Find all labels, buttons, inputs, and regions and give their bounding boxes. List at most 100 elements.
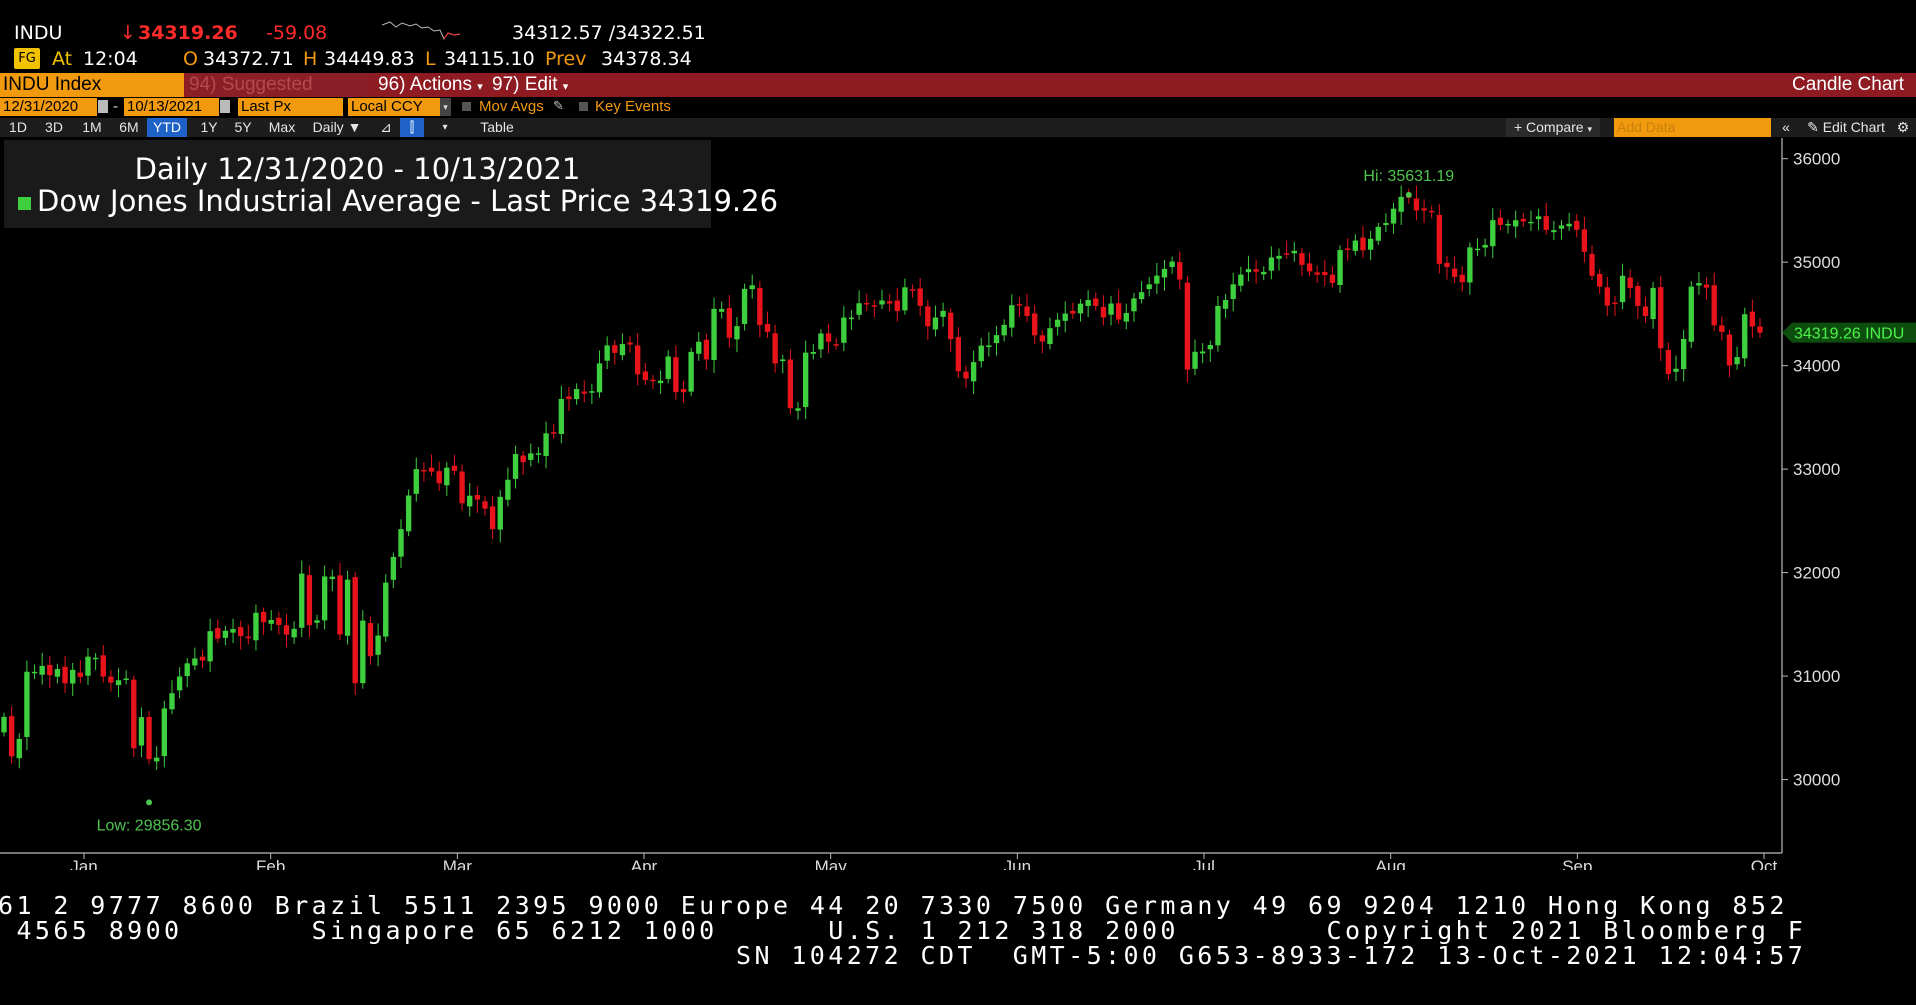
candle-body bbox=[512, 454, 519, 479]
candle-body bbox=[1131, 298, 1137, 312]
candle-body bbox=[1742, 314, 1748, 359]
candle-body bbox=[802, 352, 809, 408]
candle-body bbox=[31, 671, 38, 674]
candle-body bbox=[1146, 284, 1152, 290]
candle-body bbox=[489, 506, 496, 530]
candle-body bbox=[1421, 208, 1427, 211]
candle-body bbox=[100, 655, 106, 677]
candle-body bbox=[337, 575, 343, 635]
candle-body bbox=[909, 289, 916, 291]
candle-body bbox=[772, 333, 778, 364]
candle-body bbox=[474, 495, 481, 500]
candle-body bbox=[581, 391, 587, 394]
candle-body bbox=[260, 611, 267, 623]
candle-body bbox=[1024, 306, 1030, 316]
candle-body bbox=[70, 669, 76, 684]
candle-body bbox=[1390, 208, 1397, 224]
candle-body bbox=[1322, 272, 1328, 276]
candle-body bbox=[1734, 357, 1740, 365]
candle-body bbox=[1490, 220, 1496, 247]
candle-body bbox=[886, 301, 893, 304]
candle-body bbox=[1413, 198, 1420, 211]
candle-body bbox=[321, 576, 328, 621]
candle-body bbox=[619, 344, 626, 356]
legend-title: Daily 12/31/2020 - 10/13/2021 bbox=[134, 152, 581, 186]
candle-body bbox=[1375, 226, 1381, 241]
candle-body bbox=[932, 317, 939, 330]
candle-body bbox=[405, 495, 412, 532]
candle-body bbox=[497, 496, 503, 530]
candle-body bbox=[398, 529, 404, 557]
candle-body bbox=[1543, 216, 1549, 230]
candle-body bbox=[1398, 196, 1404, 212]
candle-body bbox=[1627, 277, 1633, 288]
candle-body bbox=[604, 345, 610, 361]
candle-body bbox=[818, 333, 824, 350]
candle-body bbox=[864, 302, 870, 305]
x-tick-label: Oct bbox=[1751, 857, 1778, 870]
y-tick-label: 34000 bbox=[1793, 357, 1840, 376]
candle-body bbox=[635, 345, 641, 375]
candle-body bbox=[528, 453, 534, 460]
candle-body bbox=[1436, 214, 1443, 264]
candle-body bbox=[1268, 257, 1275, 271]
candle-body bbox=[413, 469, 419, 494]
candle-body bbox=[24, 671, 30, 737]
candle-body bbox=[375, 635, 381, 655]
candle-body bbox=[154, 757, 160, 762]
candle-body bbox=[77, 672, 84, 677]
candle-body bbox=[1535, 216, 1542, 220]
candle-body bbox=[1207, 345, 1213, 350]
candle-body bbox=[543, 433, 549, 456]
candle-body bbox=[1192, 351, 1198, 369]
candle-body bbox=[268, 620, 274, 624]
candle-body bbox=[917, 288, 923, 306]
candle-body bbox=[1574, 220, 1580, 230]
candle-body bbox=[482, 501, 488, 509]
candle-body bbox=[1184, 282, 1191, 370]
x-tick-label: Sep bbox=[1562, 857, 1592, 870]
candle-body bbox=[383, 582, 389, 637]
candle-body bbox=[207, 631, 213, 662]
candle-body bbox=[993, 335, 1000, 344]
candle-body bbox=[1680, 338, 1687, 370]
candle-body bbox=[146, 716, 152, 760]
candle-body bbox=[1070, 310, 1076, 314]
y-tick-label: 36000 bbox=[1793, 150, 1840, 169]
candle-body bbox=[856, 303, 862, 315]
candle-body bbox=[703, 339, 710, 360]
candle-body bbox=[1245, 269, 1252, 273]
candle-body bbox=[1161, 268, 1168, 278]
footer: 61 2 9777 8600 Brazil 5511 2395 9000 Eur… bbox=[0, 882, 1916, 1002]
candle-body bbox=[1658, 287, 1664, 349]
candle-body bbox=[1261, 271, 1267, 275]
candle-body bbox=[1032, 313, 1038, 336]
candle-body bbox=[1665, 349, 1672, 374]
candle-body bbox=[1726, 334, 1733, 366]
candle-body bbox=[749, 285, 755, 290]
candle-body bbox=[1177, 262, 1183, 280]
x-tick-label: May bbox=[815, 857, 848, 870]
candle-body bbox=[833, 344, 839, 346]
candle-body bbox=[1009, 305, 1015, 328]
y-tick-label: 32000 bbox=[1793, 564, 1840, 583]
candle-body bbox=[1528, 221, 1534, 224]
x-tick-label: Feb bbox=[256, 857, 285, 870]
footer-line-3: SN 104272 CDT GMT-5:00 G653-8933-172 13-… bbox=[736, 941, 1807, 970]
candle-body bbox=[436, 471, 442, 484]
candle-body bbox=[123, 678, 129, 680]
candle-body bbox=[1, 716, 7, 733]
candle-body bbox=[825, 333, 832, 342]
candle-body bbox=[306, 575, 313, 626]
candle-body bbox=[1451, 268, 1458, 277]
candle-body bbox=[642, 371, 648, 381]
candle-body bbox=[1169, 261, 1175, 267]
candle-body bbox=[688, 351, 694, 392]
candle-chart[interactable]: 30000 31000 32000 33000 34000 35000 36000 Jan Fe… bbox=[0, 0, 1916, 870]
candle-body bbox=[940, 310, 946, 317]
candle-body bbox=[665, 356, 671, 379]
candle-body bbox=[1199, 351, 1206, 354]
candle-body bbox=[62, 666, 68, 684]
candle-body bbox=[108, 676, 114, 683]
candle-body bbox=[1276, 255, 1282, 259]
